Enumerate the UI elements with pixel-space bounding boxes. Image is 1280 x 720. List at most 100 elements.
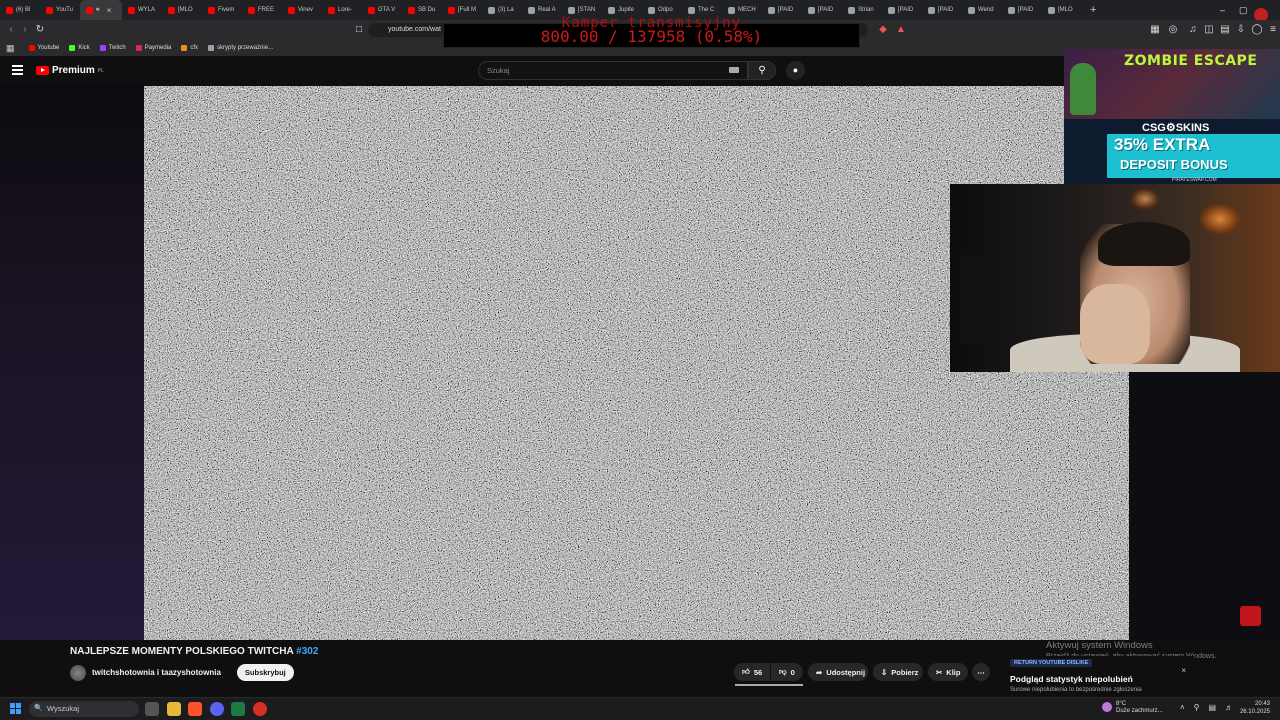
generic-icon bbox=[968, 6, 975, 14]
channel-name[interactable]: twitchshotownia i taazyshotownia bbox=[92, 668, 221, 677]
clock-time: 20:43 bbox=[1254, 701, 1270, 707]
search-input[interactable]: Szukaj bbox=[478, 61, 748, 80]
generic-icon bbox=[928, 6, 935, 14]
youtube-small-icon[interactable] bbox=[1240, 606, 1261, 626]
browser-tab-label: [PAID bbox=[938, 7, 954, 13]
subscribe-button[interactable]: Subskrybuj bbox=[236, 664, 294, 681]
voice-search-button[interactable]: ● bbox=[786, 61, 805, 80]
activation-line1: Aktywuj system Windows bbox=[1046, 640, 1153, 651]
media-icon[interactable]: ♫ bbox=[1186, 23, 1200, 37]
brave-browser-icon[interactable] bbox=[188, 702, 202, 716]
excel-icon[interactable] bbox=[231, 702, 245, 716]
bookmark-item[interactable]: Kick bbox=[69, 45, 90, 51]
browser-tab-label: Odpo bbox=[658, 7, 673, 13]
youtube-icon bbox=[168, 6, 175, 14]
sidebar-icon[interactable]: ◫ bbox=[1202, 23, 1216, 37]
browser-tab-label: [STAN bbox=[578, 7, 596, 13]
bookmark-item[interactable]: Paymedia bbox=[135, 45, 171, 51]
reload-icon[interactable]: ↻ bbox=[33, 23, 47, 37]
logo-text: Premium bbox=[52, 65, 95, 76]
browser-tab-label: The C bbox=[698, 7, 715, 13]
browser-tab[interactable]: 🔊︎ × bbox=[80, 0, 122, 20]
browser-tab[interactable]: [PAID bbox=[882, 0, 922, 20]
menu-icon[interactable]: ≡ bbox=[1266, 23, 1280, 37]
browser-tab-label: YouTu bbox=[56, 7, 73, 13]
browser-tab[interactable]: YouTu bbox=[40, 0, 80, 20]
bookmark-favicon-icon bbox=[28, 45, 35, 51]
browser-tab[interactable]: Fivem bbox=[202, 0, 242, 20]
brave-rewards-icon[interactable]: ▲ bbox=[894, 23, 908, 37]
extensions-icon[interactable]: ▦ bbox=[1148, 23, 1162, 37]
browser-tab[interactable]: (6) Bl bbox=[0, 0, 40, 20]
search-button[interactable]: ⚲ bbox=[748, 61, 776, 80]
browser-tab[interactable]: [MLO bbox=[1042, 0, 1082, 20]
browser-tab[interactable]: GTA V bbox=[362, 0, 402, 20]
bookmark-item[interactable]: skrypty przeważnie... bbox=[208, 45, 273, 51]
speaker-icon[interactable]: 🔊︎ bbox=[96, 7, 100, 14]
close-icon[interactable]: × bbox=[1181, 666, 1186, 675]
brave-shields-icon[interactable]: ◆ bbox=[876, 23, 890, 37]
browser-tab-label: Fivem bbox=[218, 7, 235, 13]
hamburger-menu-icon[interactable] bbox=[12, 65, 23, 75]
more-actions-button[interactable]: ⋯ bbox=[972, 663, 990, 681]
like-count: 56 bbox=[753, 667, 763, 677]
like-button[interactable]: 👍︎ 56 bbox=[734, 663, 770, 681]
browser-tab[interactable]: [PAID bbox=[922, 0, 962, 20]
file-explorer-icon[interactable] bbox=[167, 702, 181, 716]
browser-tab[interactable]: SB Du bbox=[402, 0, 442, 20]
vpn-icon[interactable]: ◯ bbox=[1250, 23, 1264, 37]
windows-start-icon[interactable] bbox=[10, 703, 22, 715]
counter-value: 800.00 / 137958 (0.58%) bbox=[540, 27, 763, 46]
weather-widget[interactable]: 8°C Duże zachmurz... bbox=[1102, 701, 1163, 715]
browser-tab[interactable]: WYLA bbox=[122, 0, 162, 20]
volume-icon[interactable]: ♬ bbox=[1225, 703, 1233, 712]
close-tab-icon[interactable]: × bbox=[107, 6, 112, 15]
taskbar-search-input[interactable]: Wyszukaj bbox=[29, 701, 139, 717]
browser-tab-label: SB Du bbox=[418, 7, 436, 13]
download-label: Pobierz bbox=[891, 667, 919, 677]
system-clock[interactable]: 20:43 26.10.2025 bbox=[1240, 700, 1270, 716]
window-controls: – ▢ bbox=[1212, 0, 1254, 20]
back-icon[interactable]: ‹ bbox=[4, 23, 18, 37]
dislike-button[interactable]: 👎︎ 0 bbox=[771, 663, 803, 681]
bookmark-item[interactable]: Twitch bbox=[99, 45, 126, 51]
browser-tab[interactable]: [MLO bbox=[162, 0, 202, 20]
keyboard-icon[interactable] bbox=[729, 67, 739, 73]
generic-icon bbox=[488, 6, 495, 14]
bookmark-item[interactable]: Youtube bbox=[28, 45, 60, 51]
generic-icon bbox=[848, 6, 855, 14]
app-icon[interactable] bbox=[253, 702, 267, 716]
location-icon[interactable]: ⚲ bbox=[1194, 703, 1200, 712]
browser-tab[interactable]: [PAID bbox=[1002, 0, 1042, 20]
channel-avatar[interactable] bbox=[70, 664, 86, 681]
extension-icon-2[interactable]: ◎ bbox=[1166, 23, 1180, 37]
browser-tab[interactable]: FREE bbox=[242, 0, 282, 20]
wallet-icon[interactable]: ▤ bbox=[1218, 23, 1232, 37]
task-view-icon[interactable] bbox=[145, 702, 159, 716]
minimize-icon[interactable]: – bbox=[1212, 5, 1233, 15]
youtube-icon bbox=[288, 6, 295, 14]
streamer-hair bbox=[1098, 222, 1190, 266]
bookmark-label: Youtube bbox=[37, 45, 60, 51]
download-button[interactable]: ⇩ Pobierz bbox=[873, 663, 923, 681]
youtube-play-icon bbox=[36, 66, 49, 75]
network-icon[interactable]: ▤ bbox=[1209, 703, 1217, 712]
bookmark-icon[interactable]: □ bbox=[352, 23, 366, 37]
apps-grid-icon[interactable]: ▦ bbox=[6, 43, 15, 54]
browser-tab-label: (6) Bl bbox=[16, 7, 31, 13]
discord-icon[interactable] bbox=[210, 702, 224, 716]
chevron-up-icon[interactable]: ˄ bbox=[1180, 703, 1185, 712]
new-tab-button[interactable]: + bbox=[1082, 4, 1104, 16]
youtube-premium-logo[interactable]: Premium PL bbox=[36, 65, 104, 76]
forward-icon[interactable]: › bbox=[18, 23, 32, 37]
browser-tab[interactable]: Wend bbox=[962, 0, 1002, 20]
clip-button[interactable]: ✂ Klip bbox=[928, 663, 968, 681]
restore-icon[interactable]: ▢ bbox=[1233, 5, 1254, 16]
share-button[interactable]: ➦ Udostępnij bbox=[808, 663, 868, 681]
browser-tab[interactable]: Vinev bbox=[282, 0, 322, 20]
bookmark-item[interactable]: cfx bbox=[181, 45, 198, 51]
browser-tab[interactable]: Lore- bbox=[322, 0, 362, 20]
download-icon[interactable]: ⇩ bbox=[1234, 23, 1248, 37]
sponsor-ad-overlay: ZOMBIE ESCAPE CSG⚙SKINS 35% EXTRA DEPOSI… bbox=[1064, 49, 1280, 184]
video-hashtag[interactable]: #302 bbox=[296, 646, 318, 657]
